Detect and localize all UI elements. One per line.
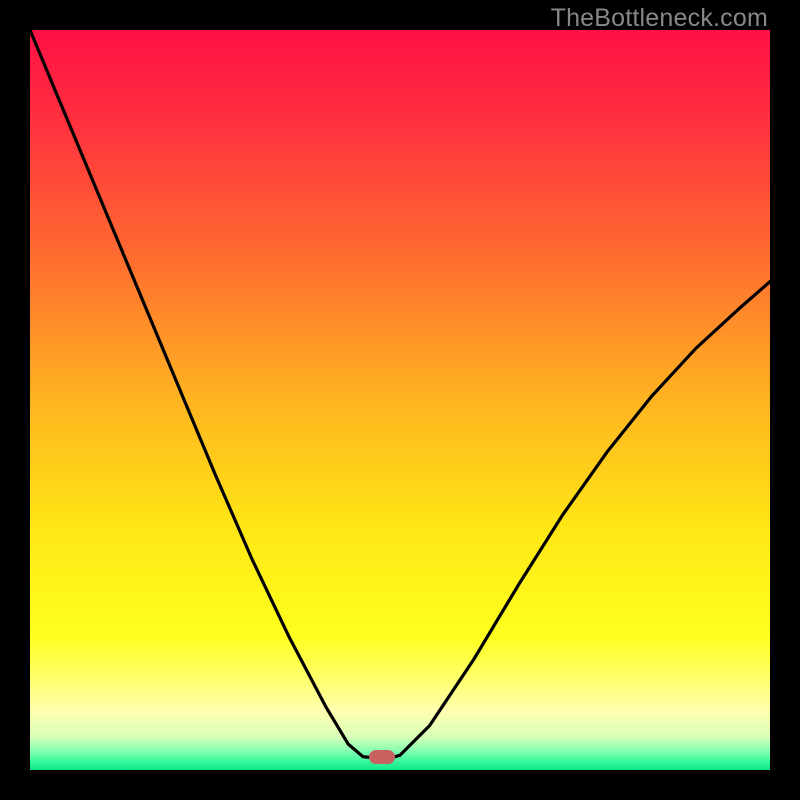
optimal-marker bbox=[369, 750, 395, 764]
curve-right bbox=[393, 282, 770, 758]
bottleneck-curve bbox=[30, 30, 770, 770]
outer-frame: TheBottleneck.com bbox=[0, 0, 800, 800]
watermark-label: TheBottleneck.com bbox=[551, 4, 768, 33]
plot-area bbox=[30, 30, 770, 770]
curve-left bbox=[30, 30, 370, 757]
